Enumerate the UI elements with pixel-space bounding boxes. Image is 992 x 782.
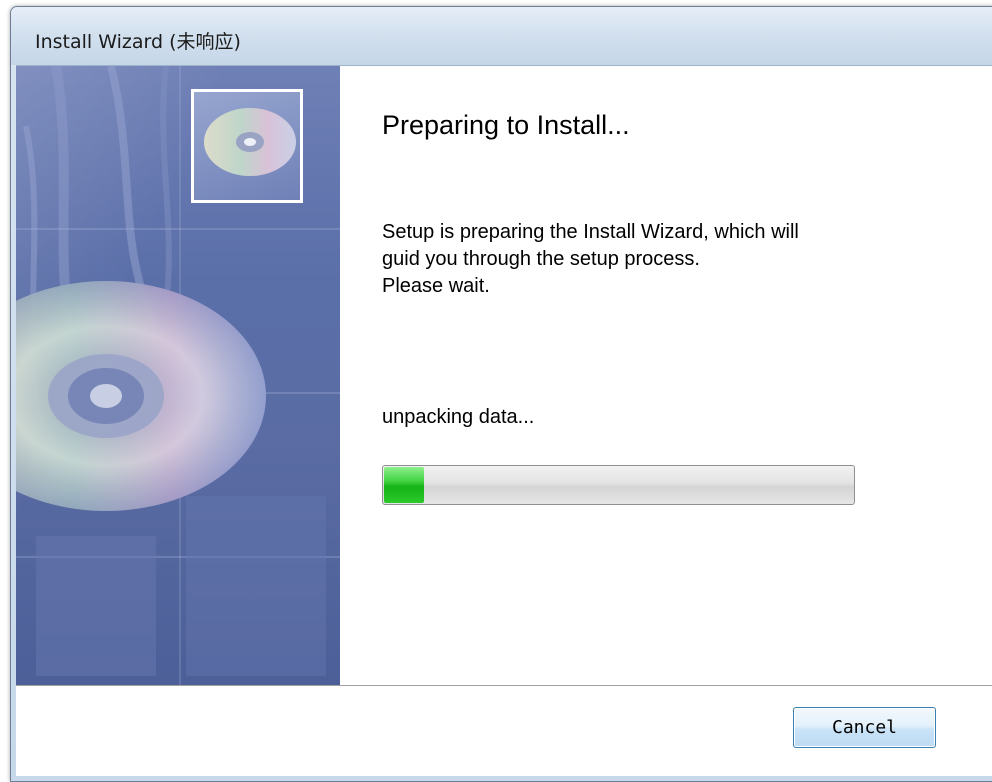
cd-disc-graphic	[204, 108, 296, 176]
description-line: guid you through the setup process.	[382, 248, 700, 270]
description-line: Setup is preparing the Install Wizard, w…	[382, 221, 799, 243]
progress-fill	[384, 467, 425, 503]
wizard-client-area: Preparing to Install... Setup is prepari…	[16, 65, 992, 776]
cancel-button[interactable]: Cancel	[793, 707, 936, 748]
footer-divider-highlight	[16, 686, 992, 687]
status-text: unpacking data...	[382, 406, 535, 428]
description-text: Setup is preparing the Install Wizard, w…	[382, 219, 952, 300]
title-bar[interactable]: Install Wizard (未响应)	[11, 7, 992, 65]
description-line: Please wait.	[382, 275, 490, 297]
page-heading: Preparing to Install...	[382, 110, 630, 140]
window-title: Install Wizard (未响应)	[35, 31, 241, 53]
install-wizard-window: Install Wizard (未响应) Preparing to Instal…	[10, 6, 992, 782]
cd-disc-icon	[191, 89, 303, 203]
progress-bar	[382, 465, 855, 505]
cd-disc-artwork	[16, 66, 340, 685]
